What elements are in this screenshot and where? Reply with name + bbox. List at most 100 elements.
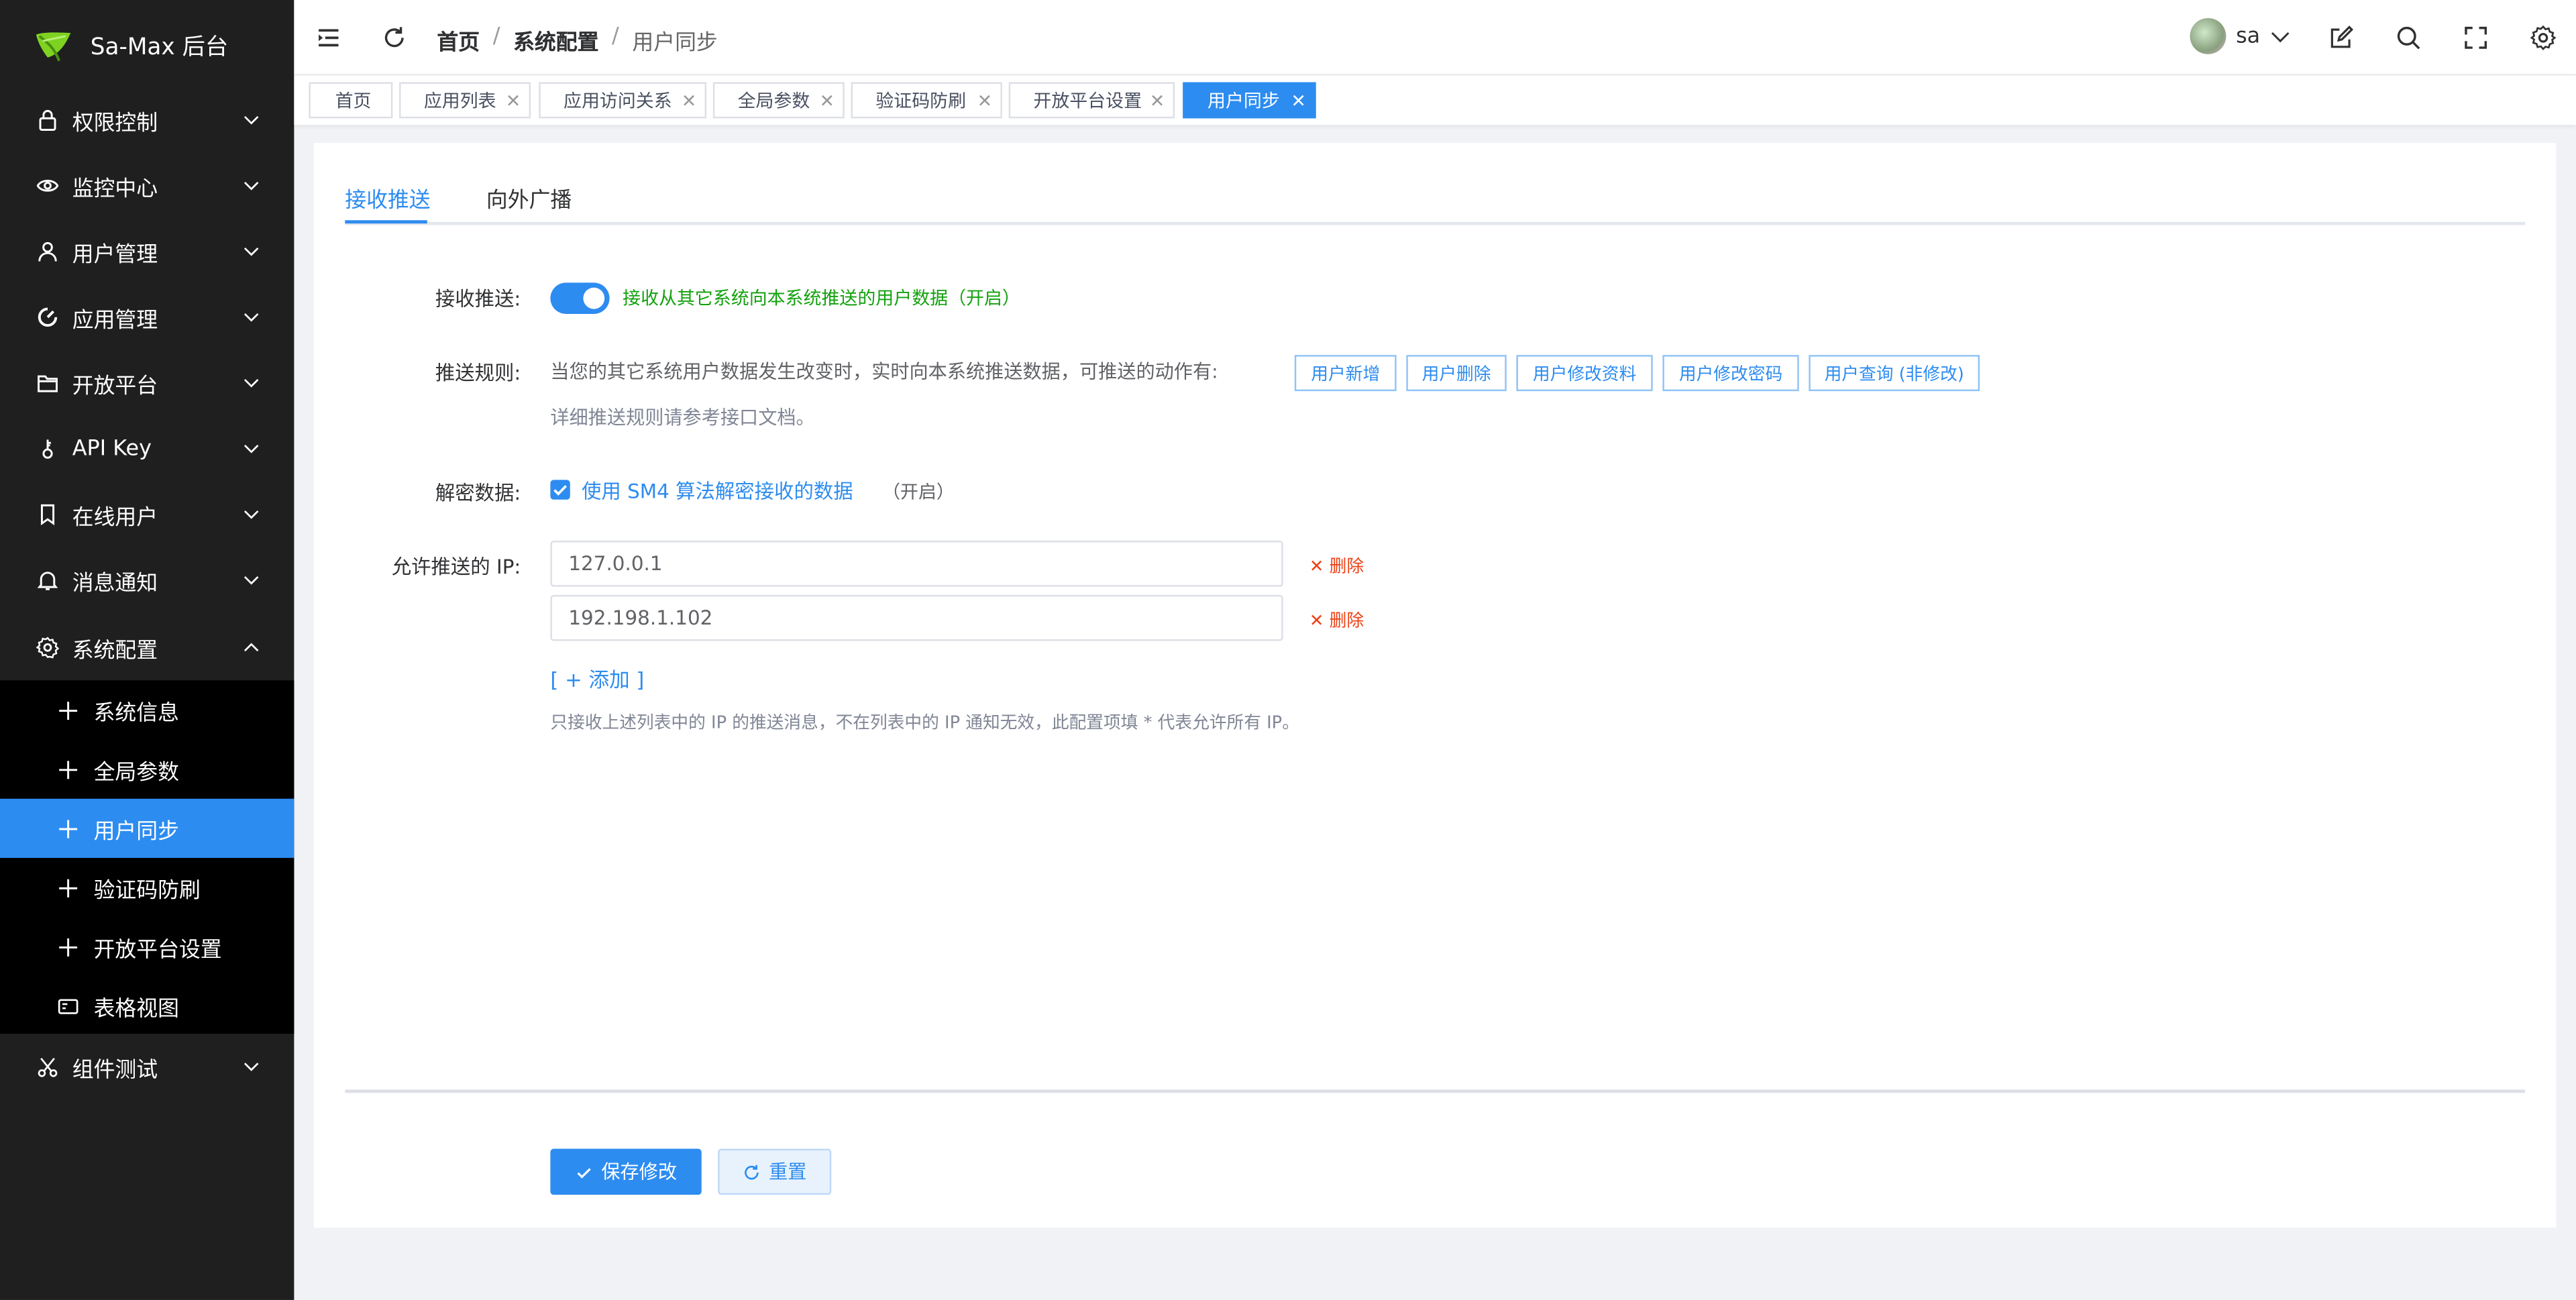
chevron-down-icon bbox=[244, 576, 259, 585]
form-divider bbox=[345, 1089, 2526, 1093]
sidebar-item-monitor[interactable]: 监控中心 bbox=[0, 153, 294, 219]
app-title: Sa-Max 后台 bbox=[90, 34, 229, 61]
receive-push-switch[interactable] bbox=[550, 282, 610, 314]
sidebar-item-apps[interactable]: 应用管理 bbox=[0, 284, 294, 350]
decrypt-label: 解密数据: bbox=[435, 481, 521, 505]
refresh-icon[interactable] bbox=[381, 25, 407, 51]
save-button-label: 保存修改 bbox=[601, 1160, 677, 1183]
save-button[interactable]: 保存修改 bbox=[550, 1148, 702, 1195]
sidebar-subitem-captcha[interactable]: 验证码防刷 bbox=[0, 858, 294, 917]
plus-icon bbox=[59, 700, 78, 719]
app-logo[interactable]: Sa-Max 后台 bbox=[33, 26, 228, 66]
lock-icon bbox=[39, 109, 56, 131]
tabs-bar: 首页 应用列表 ✕ 应用访问关系 ✕ 全局参数 ✕ 验证码防刷 ✕ 开放平台设置… bbox=[294, 75, 2576, 125]
sidebar-item-system-config[interactable]: 系统配置 bbox=[0, 614, 294, 680]
tab-global-params[interactable]: 全局参数 ✕ bbox=[712, 82, 845, 119]
edit-icon[interactable] bbox=[2328, 25, 2354, 51]
tab-open-platform-settings[interactable]: 开放平台设置 ✕ bbox=[1008, 82, 1175, 119]
close-icon: ✕ bbox=[1309, 611, 1324, 631]
sidebar-item-permission[interactable]: 权限控制 bbox=[0, 87, 294, 153]
plus-icon bbox=[59, 878, 78, 897]
sidebar-item-label: API Key bbox=[72, 436, 152, 462]
leaf-logo-icon bbox=[36, 32, 71, 62]
search-icon[interactable] bbox=[2396, 25, 2422, 51]
user-icon bbox=[38, 241, 57, 262]
sidebar-subitem-label: 开放平台设置 bbox=[93, 937, 222, 963]
sidebar-item-open-platform[interactable]: 开放平台 bbox=[0, 350, 294, 416]
check-icon bbox=[577, 1167, 591, 1178]
chevron-down-icon bbox=[244, 510, 259, 519]
action-tag-user-delete: 用户删除 bbox=[1406, 355, 1507, 392]
chevron-down-icon bbox=[244, 378, 259, 388]
sidebar-item-label: 开放平台 bbox=[72, 374, 158, 399]
sidebar-item-label: 消息通知 bbox=[72, 571, 158, 596]
tab-user-sync[interactable]: 用户同步 ✕ bbox=[1183, 82, 1316, 119]
sidebar-subitem-system-info[interactable]: 系统信息 bbox=[0, 680, 294, 739]
sidebar-subitem-label: 用户同步 bbox=[93, 819, 179, 845]
decrypt-checkbox[interactable] bbox=[550, 480, 570, 500]
breadcrumb-separator: / bbox=[612, 24, 619, 50]
settings-gear-icon[interactable] bbox=[2530, 25, 2557, 51]
delete-ip-button[interactable]: ✕ 删除 bbox=[1309, 554, 1364, 579]
push-rules-text: 当您的其它系统用户数据发生改变时，实时向本系统推送数据，可推送的动作有: bbox=[550, 360, 1218, 383]
chevron-up-icon bbox=[244, 643, 259, 652]
chevron-down-icon bbox=[244, 181, 259, 191]
plus-icon bbox=[59, 819, 78, 838]
tab-receive-push[interactable]: 接收推送 bbox=[345, 182, 430, 214]
breadcrumb-system-config[interactable]: 系统配置 bbox=[513, 25, 598, 56]
chevron-down-icon bbox=[2271, 32, 2289, 43]
close-icon[interactable]: ✕ bbox=[977, 91, 993, 112]
tab-app-list[interactable]: 应用列表 ✕ bbox=[399, 82, 531, 119]
main-card: 接收推送 向外广播 接收推送: 接收从其它系统向本系统推送的用户数据（开启） 推… bbox=[313, 143, 2557, 1228]
tab-app-access[interactable]: 应用访问关系 ✕ bbox=[539, 82, 707, 119]
gear-icon bbox=[36, 637, 60, 659]
menu-fold-icon[interactable] bbox=[315, 25, 341, 51]
sidebar-item-component-test[interactable]: 组件测试 bbox=[0, 1034, 294, 1099]
tab-label: 应用列表 bbox=[423, 90, 496, 112]
ip-input-value: 192.198.1.102 bbox=[568, 606, 713, 630]
sidebar-item-online-users[interactable]: 在线用户 bbox=[0, 482, 294, 547]
sidebar-item-label: 权限控制 bbox=[72, 111, 158, 136]
eye-icon bbox=[36, 180, 59, 192]
close-icon[interactable]: ✕ bbox=[506, 91, 521, 112]
ip-input[interactable]: 192.198.1.102 bbox=[550, 594, 1283, 641]
tab-label: 全局参数 bbox=[737, 90, 810, 112]
sidebar-item-api-key[interactable]: API Key bbox=[0, 416, 294, 482]
sidebar-item-users[interactable]: 用户管理 bbox=[0, 219, 294, 284]
key-icon bbox=[42, 439, 53, 459]
sidebar-subitem-user-sync[interactable]: 用户同步 bbox=[0, 798, 294, 858]
add-ip-link[interactable]: [ + 添加 ] bbox=[550, 662, 644, 694]
reset-button[interactable]: 重置 bbox=[718, 1148, 832, 1195]
receive-push-status: 接收从其它系统向本系统推送的用户数据（开启） bbox=[623, 287, 1020, 309]
close-icon[interactable]: ✕ bbox=[1150, 91, 1165, 112]
tab-broadcast[interactable]: 向外广播 bbox=[486, 182, 572, 214]
fullscreen-icon[interactable] bbox=[2463, 25, 2489, 51]
reset-button-label: 重置 bbox=[769, 1160, 807, 1183]
active-tab-indicator bbox=[345, 220, 427, 224]
sidebar-item-notifications[interactable]: 消息通知 bbox=[0, 547, 294, 613]
ip-input[interactable]: 127.0.0.1 bbox=[550, 541, 1283, 587]
sidebar-subitem-open-platform-settings[interactable]: 开放平台设置 bbox=[0, 917, 294, 976]
sidebar-subitem-label: 表格视图 bbox=[93, 996, 179, 1022]
plus-icon bbox=[59, 937, 78, 956]
sidebar-subitem-global-params[interactable]: 全局参数 bbox=[0, 740, 294, 799]
ip-input-value: 127.0.0.1 bbox=[568, 552, 663, 576]
decrypt-checkbox-label[interactable]: 使用 SM4 算法解密接收的数据 bbox=[582, 477, 853, 505]
delete-ip-button[interactable]: ✕ 删除 bbox=[1309, 608, 1364, 633]
tab-home[interactable]: 首页 bbox=[309, 82, 393, 119]
close-icon[interactable]: ✕ bbox=[820, 91, 835, 112]
sidebar-subitem-table-view[interactable]: 表格视图 bbox=[0, 976, 294, 1035]
push-rules-doc: 详细推送规则请参考接口文档。 bbox=[550, 406, 815, 429]
switch-knob bbox=[583, 287, 605, 309]
chevron-down-icon bbox=[244, 247, 259, 256]
sidebar-item-label: 在线用户 bbox=[72, 505, 158, 531]
close-icon[interactable]: ✕ bbox=[682, 91, 697, 112]
breadcrumb-home[interactable]: 首页 bbox=[437, 25, 480, 56]
plus-icon bbox=[59, 760, 78, 779]
folder-icon bbox=[38, 375, 58, 392]
user-menu[interactable]: sa bbox=[2190, 17, 2290, 54]
tab-captcha[interactable]: 验证码防刷 ✕ bbox=[851, 82, 1002, 119]
tab-label: 用户同步 bbox=[1208, 90, 1280, 112]
close-icon[interactable]: ✕ bbox=[1291, 91, 1306, 112]
bookmark-icon bbox=[40, 504, 55, 526]
